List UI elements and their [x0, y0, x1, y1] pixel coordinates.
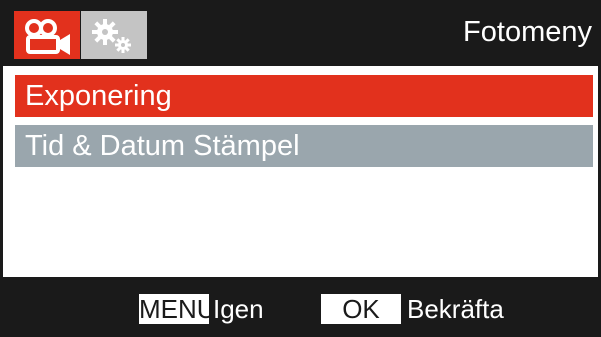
menu-header: Fotomeny [3, 0, 598, 66]
ok-key-label: OK [321, 294, 401, 324]
back-hint: Igen [213, 294, 264, 324]
tab-video[interactable] [14, 11, 80, 59]
gears-icon [92, 19, 131, 53]
confirm-hint: Bekräfta [407, 294, 504, 324]
video-camera-icon [25, 19, 70, 55]
camera-menu-screen: Fotomeny Exponering Tid & Datum Stämpel … [0, 0, 601, 337]
menu-item-exponering[interactable]: Exponering [15, 75, 593, 117]
tab-settings[interactable] [81, 11, 147, 59]
page-title: Fotomeny [463, 16, 592, 48]
menu-key-label: MENU [139, 294, 216, 324]
footer-hints: MENU Igen OK Bekräfta [3, 277, 598, 337]
menu-item-date-time-stamp[interactable]: Tid & Datum Stämpel [15, 125, 593, 167]
